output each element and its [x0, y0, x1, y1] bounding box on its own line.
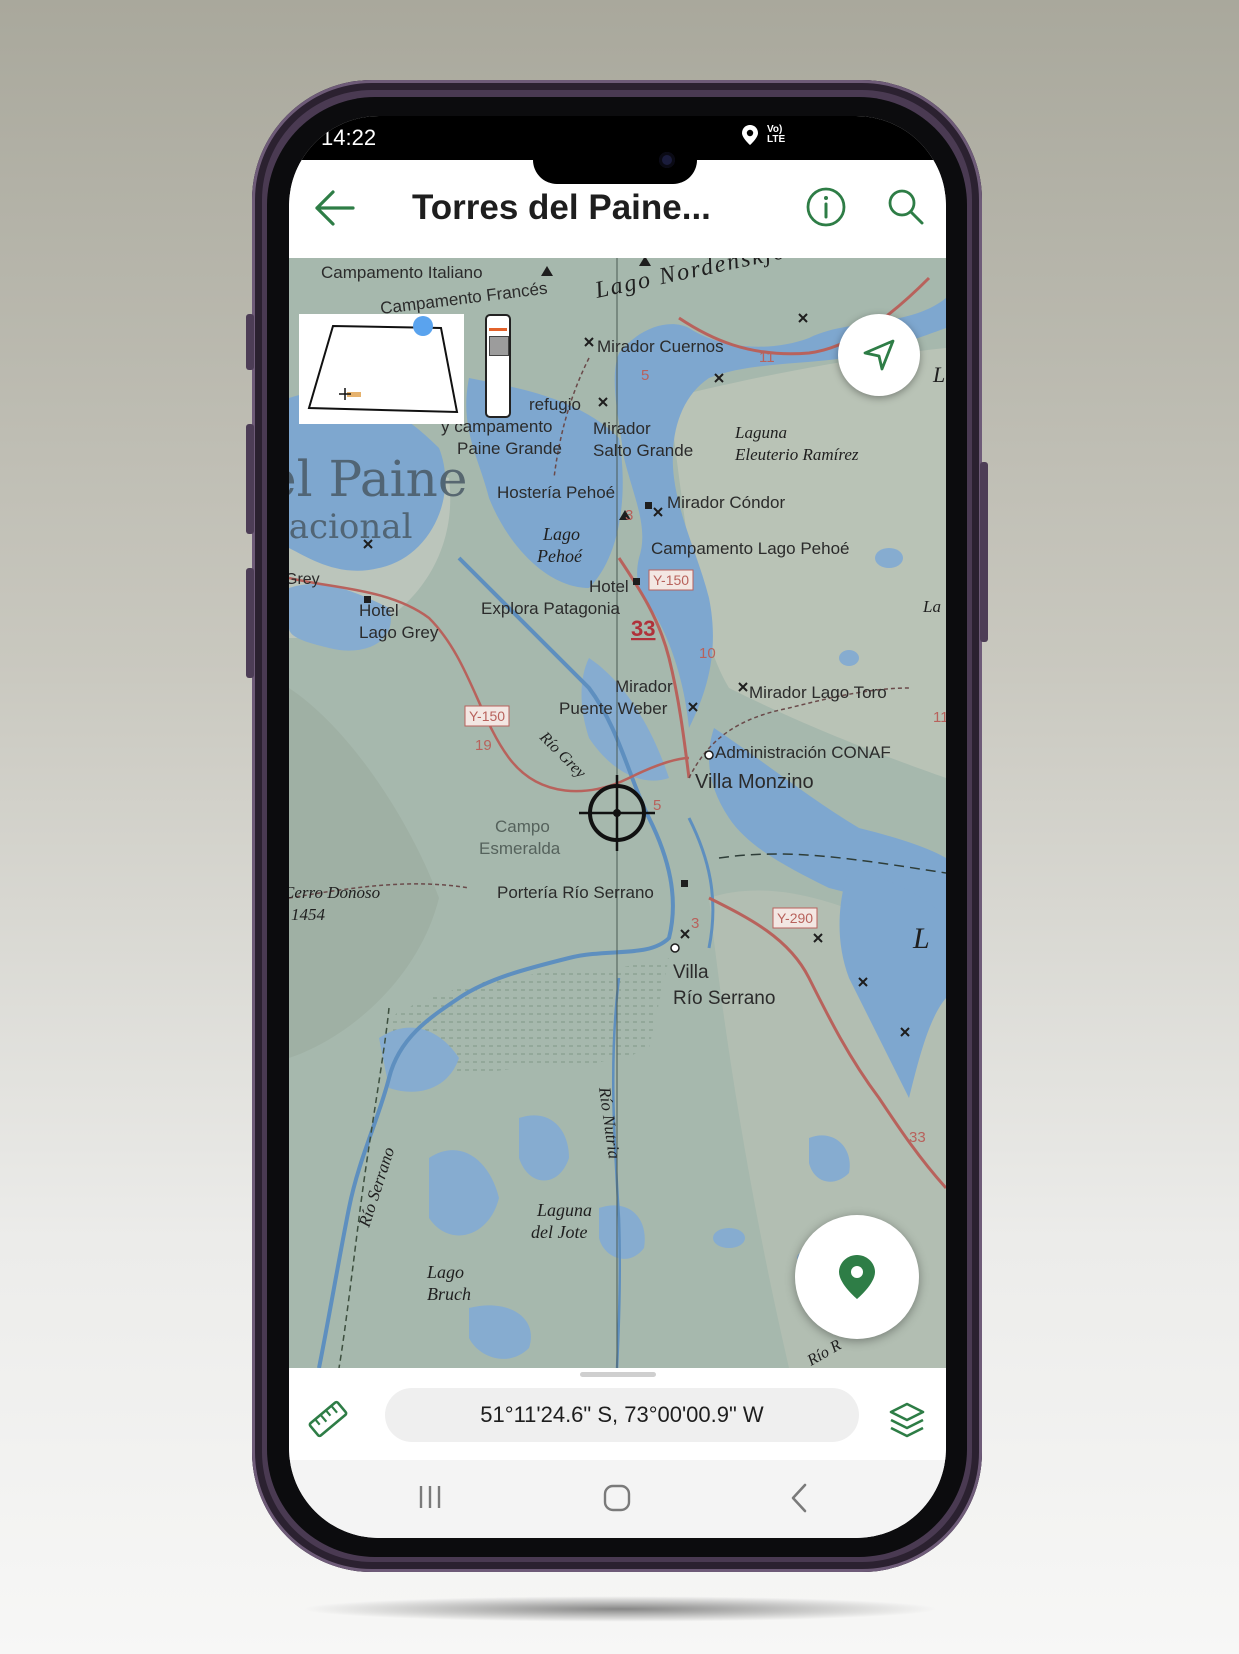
location-pin-icon	[839, 1255, 875, 1299]
label-km-11-b: 11	[933, 709, 946, 726]
label-hotel-lago-grey-1: Hotel	[359, 601, 399, 620]
label-campamento-lago-pehoe: Campamento Lago Pehoé	[651, 539, 849, 558]
label-mirador-salto-2: Salto Grande	[593, 441, 693, 460]
label-park-name-1: el Paine	[289, 450, 467, 508]
label-cerro-donoso-2: 1454	[291, 905, 326, 924]
bottom-sheet-handle[interactable]	[580, 1372, 656, 1377]
label-grey: Grey	[289, 571, 320, 588]
label-edge-la: La	[922, 597, 941, 616]
ruler-icon[interactable]	[307, 1398, 349, 1440]
label-mirador-lago-toro: Mirador Lago Toro	[749, 683, 887, 702]
layers-icon[interactable]	[887, 1400, 927, 1440]
back-icon[interactable]	[787, 1482, 811, 1514]
label-hotel-lago-grey-2: Lago Grey	[359, 623, 439, 642]
status-time: 14:22	[321, 125, 377, 150]
label-km-5-a: 5	[641, 367, 649, 384]
label-mirador-puente-weber-2: Puente Weber	[559, 699, 668, 718]
label-campamento-italiano: Campamento Italiano	[321, 263, 483, 282]
home-icon[interactable]	[601, 1482, 633, 1514]
overview-outline	[307, 316, 459, 414]
label-laguna-eleuterio-2: Eleuterio Ramírez	[734, 445, 859, 464]
label-park-name-2: Nacional	[289, 507, 412, 547]
label-lake-right: L	[912, 922, 930, 955]
label-hotel-explora-2: Explora Patagonia	[481, 599, 620, 618]
label-km-5-b: 5	[653, 797, 661, 814]
label-lago-pehoe-2: Pehoé	[536, 546, 583, 566]
label-route-33-small: 33	[909, 1129, 926, 1146]
label-km-3-a: 3	[625, 507, 633, 524]
scale-bar	[485, 314, 511, 418]
label-road-y150-a: Y-150	[653, 572, 689, 588]
phone-volume-down	[246, 568, 254, 678]
location-icon	[742, 125, 758, 145]
navigation-arrow-icon	[863, 339, 895, 371]
back-arrow-icon[interactable]	[313, 188, 357, 228]
label-lago-bruch-2: Bruch	[427, 1284, 471, 1304]
camera-notch	[533, 136, 697, 184]
label-laguna-eleuterio-1: Laguna	[734, 423, 787, 442]
system-nav-bar	[289, 1460, 946, 1538]
label-laguna-del-jote-1: Laguna	[536, 1200, 592, 1220]
topo-map[interactable]: Campamento Italiano Campamento Francés L…	[289, 258, 946, 1368]
label-km-19: 19	[475, 737, 492, 754]
map-view[interactable]: Campamento Italiano Campamento Francés L…	[289, 258, 946, 1368]
lte-label: LTE	[767, 134, 786, 145]
label-road-y290: Y-290	[777, 910, 813, 926]
coordinates-display[interactable]: 51°11'24.6" S, 73°00'00.9" W	[385, 1388, 859, 1442]
label-road-y150-b: Y-150	[469, 708, 505, 724]
label-campo-esmeralda-2: Esmeralda	[479, 839, 561, 858]
front-camera	[659, 152, 675, 168]
label-villa-rio-serrano-2: Río Serrano	[673, 988, 775, 1009]
label-campo-esmeralda-1: Campo	[495, 817, 550, 836]
phone-screen: 14:22 Vo) LTE Torres del Paine... Campam…	[289, 116, 946, 1538]
label-mirador-condor: Mirador Cóndor	[667, 493, 785, 512]
overview-minimap[interactable]	[299, 314, 464, 424]
label-laguna-del-jote-2: del Jote	[531, 1222, 587, 1242]
scale-segment-orange	[489, 328, 507, 331]
label-km-3-b: 3	[691, 915, 699, 932]
label-refugio-1: refugio	[529, 395, 581, 414]
info-icon[interactable]	[805, 186, 847, 228]
search-icon[interactable]	[887, 188, 925, 226]
label-hosteria-pehoe: Hostería Pehoé	[497, 483, 615, 502]
phone-shadow	[300, 1596, 940, 1622]
page-title: Torres del Paine...	[412, 188, 711, 227]
label-villa-monzino: Villa Monzino	[695, 771, 814, 793]
label-mirador-cuernos: Mirador Cuernos	[597, 337, 724, 356]
label-refugio-3: Paine Grande	[457, 439, 562, 458]
label-cerro-donoso-1: Cerro Donoso	[289, 883, 380, 902]
scale-segment-grey	[489, 336, 509, 356]
network-indicator: Vo) LTE	[767, 125, 785, 145]
label-lago-pehoe-1: Lago	[542, 524, 580, 544]
bottom-toolbar: 51°11'24.6" S, 73°00'00.9" W	[289, 1368, 946, 1460]
label-mirador-salto-1: Mirador	[593, 419, 651, 438]
my-location-button[interactable]	[838, 314, 920, 396]
label-hotel-explora-1: Hotel	[589, 577, 629, 596]
label-lago-bruch-1: Lago	[426, 1262, 464, 1282]
label-mirador-puente-weber-1: Mirador	[615, 677, 673, 696]
label-km-11-a: 11	[759, 349, 775, 366]
status-icons: Vo) LTE	[741, 124, 785, 146]
label-km-10: 10	[699, 645, 716, 662]
recents-icon[interactable]	[415, 1482, 445, 1512]
phone-volume-up	[246, 424, 254, 534]
phone-power-button	[980, 462, 988, 642]
phone-side-button	[246, 314, 254, 370]
label-porteria-rio-serrano: Portería Río Serrano	[497, 883, 654, 902]
label-route-33: 33	[631, 616, 655, 641]
label-administracion-conaf: Administración CONAF	[715, 743, 891, 762]
label-edge-l: L	[932, 362, 945, 387]
label-villa-rio-serrano-1: Villa	[673, 962, 709, 983]
add-waypoint-button[interactable]	[795, 1215, 919, 1339]
